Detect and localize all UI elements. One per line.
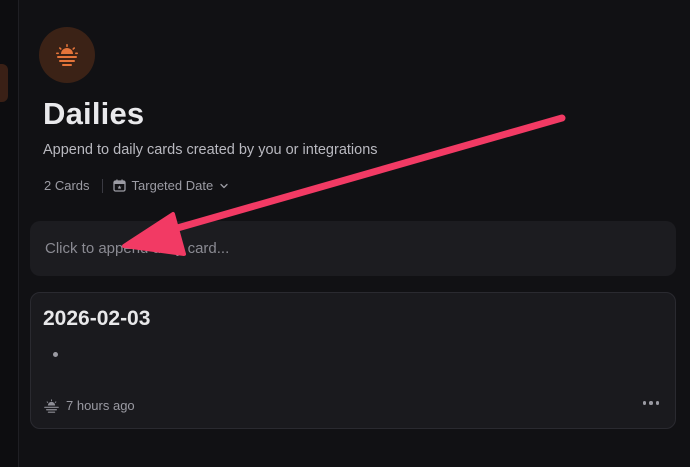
left-sidebar-rail [0,0,19,467]
sunrise-icon [56,44,78,66]
more-dot-icon [649,401,653,405]
dailies-avatar [39,27,95,83]
chevron-down-icon [220,183,228,188]
page-title: Dailies [43,96,145,131]
sort-dropdown[interactable]: Targeted Date [112,178,230,193]
bullet-point[interactable] [53,352,58,357]
card-footer: 7 hours ago [43,398,135,413]
append-placeholder: Click to append daily card... [45,240,230,257]
card-title: 2026-02-03 [43,307,151,330]
calendar-icon [112,179,126,192]
dailies-page: Dailies Append to daily cards created by… [0,0,690,467]
sidebar-resize-handle[interactable] [0,64,8,102]
more-dot-icon [642,401,646,405]
page-subtitle: Append to daily cards created by you or … [43,142,378,158]
append-daily-card-input[interactable]: Click to append daily card... [30,221,676,276]
meta-row: 2 Cards Targeted Date [44,178,229,193]
card-timestamp: 7 hours ago [66,398,135,413]
more-options-button[interactable] [641,399,662,407]
card-count: 2 Cards [44,178,90,193]
meta-divider [101,178,103,193]
sort-label: Targeted Date [131,178,214,193]
sunrise-icon [44,399,59,413]
daily-card[interactable]: 2026-02-03 7 hours ago [30,292,676,429]
more-dot-icon [655,401,659,405]
